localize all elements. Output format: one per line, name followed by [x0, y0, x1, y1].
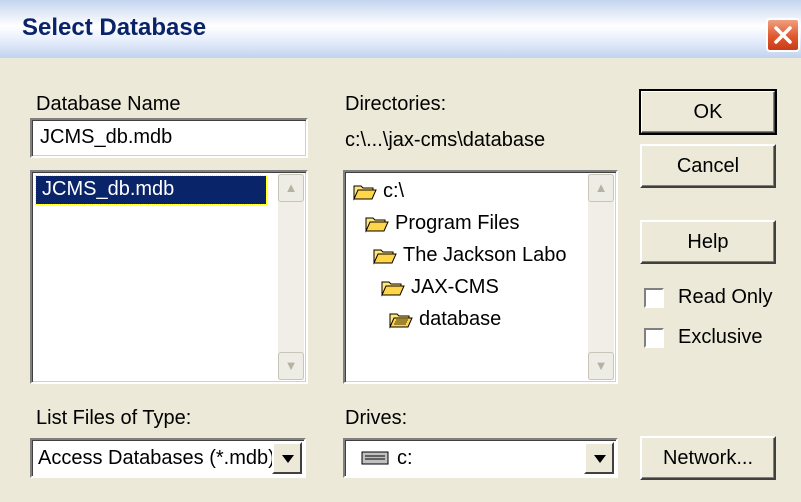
open-folder-icon	[365, 217, 389, 233]
file-list-scrollbar[interactable]: ▲ ▼	[278, 174, 304, 380]
file-type-value: Access Databases (*.mdb)	[38, 447, 274, 469]
open-folder-icon	[381, 281, 405, 297]
tree-item-program-files[interactable]: Program Files	[365, 212, 519, 235]
drives-label-text: Drives:	[345, 407, 408, 429]
file-type-label: List Files of Type:	[36, 407, 191, 430]
exclusive-checkbox-box[interactable]	[644, 327, 664, 348]
directory-scrollbar[interactable]: ▲ ▼	[588, 174, 614, 380]
ok-button[interactable]: OK	[639, 89, 777, 135]
tree-item-root[interactable]: c:\	[353, 180, 404, 203]
file-type-select[interactable]: Access Databases (*.mdb)	[30, 438, 306, 478]
help-button[interactable]: Help	[640, 220, 776, 264]
database-name-input[interactable]: JCMS_db.mdb	[30, 118, 308, 158]
chevron-down-icon	[594, 455, 606, 463]
list-item-label: JCMS_db.mdb	[42, 178, 175, 200]
title-bar[interactable]: Select Database	[0, 0, 801, 58]
tree-item-label: c:\	[383, 180, 405, 202]
database-name-label: Database Name	[36, 93, 181, 116]
help-button-label: Help	[687, 231, 729, 253]
drives-value: c:	[397, 447, 413, 469]
ok-button-label: OK	[693, 101, 723, 123]
scroll-up-button[interactable]: ▲	[278, 174, 304, 202]
window-title: Select Database	[22, 14, 207, 41]
drives-label: Drives:	[345, 407, 407, 430]
tree-item-label: The Jackson Labo	[403, 244, 567, 266]
file-type-label-text: List Files of Type:	[36, 407, 192, 429]
chevron-down-icon	[282, 455, 294, 463]
tree-item-label: JAX-CMS	[411, 276, 499, 298]
cancel-button-label: Cancel	[676, 155, 740, 177]
list-item[interactable]: JCMS_db.mdb	[35, 175, 267, 205]
database-name-value: JCMS_db.mdb	[40, 126, 173, 148]
close-button[interactable]	[766, 18, 800, 52]
scroll-down-button[interactable]: ▼	[278, 352, 304, 380]
exclusive-label: Exclusive	[678, 326, 763, 348]
drives-dropdown-button[interactable]	[584, 442, 614, 474]
cancel-button[interactable]: Cancel	[640, 144, 776, 188]
drives-value-row: c:	[361, 447, 413, 470]
current-path: c:\...\jax-cms\database	[345, 129, 545, 152]
network-button[interactable]: Network...	[640, 436, 776, 480]
open-folder-icon	[353, 185, 377, 201]
database-name-label-text: Database Name	[36, 93, 181, 115]
open-folder-icon	[389, 313, 413, 329]
scroll-up-button[interactable]: ▲	[588, 174, 614, 202]
directories-label-text: Directories:	[345, 93, 447, 115]
read-only-checkbox[interactable]: Read Only	[644, 286, 773, 309]
database-file-list[interactable]: JCMS_db.mdb ▲ ▼	[30, 170, 308, 384]
directory-tree[interactable]: c:\ Program Files The Jackson Labo JAX-C…	[343, 170, 618, 384]
file-type-dropdown-button[interactable]	[272, 442, 302, 474]
current-path-text: c:\...\jax-cms\database	[345, 129, 546, 151]
open-folder-icon	[373, 249, 397, 265]
exclusive-checkbox[interactable]: Exclusive	[644, 326, 762, 349]
network-button-label: Network...	[662, 447, 754, 469]
tree-item-jackson-lab[interactable]: The Jackson Labo	[373, 244, 613, 267]
tree-item-jax-cms[interactable]: JAX-CMS	[381, 276, 499, 299]
directories-label: Directories:	[345, 93, 446, 116]
tree-item-label: Program Files	[395, 212, 520, 234]
tree-item-database[interactable]: database	[389, 308, 501, 331]
drives-select[interactable]: c:	[343, 438, 618, 478]
read-only-label: Read Only	[678, 286, 773, 308]
drive-icon	[361, 451, 389, 465]
close-icon	[774, 26, 792, 44]
tree-item-label: database	[419, 308, 502, 330]
read-only-checkbox-box[interactable]	[644, 287, 664, 308]
scroll-down-button[interactable]: ▼	[588, 352, 614, 380]
